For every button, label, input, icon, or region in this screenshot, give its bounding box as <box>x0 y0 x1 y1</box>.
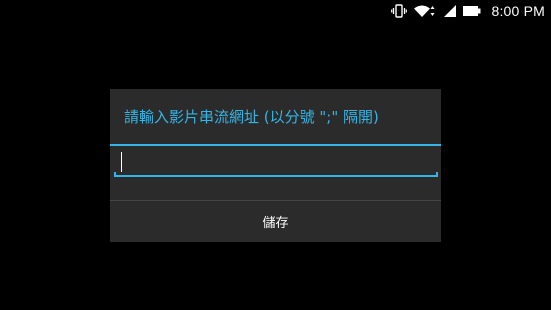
screen: 8:00 PM 請輸入影片串流網址 (以分號 ";" 隔開) 儲存 <box>0 0 551 310</box>
dialog-title: 請輸入影片串流網址 (以分號 ";" 隔開) <box>124 108 379 126</box>
vibrate-icon <box>391 4 408 18</box>
input-underline-left-tick <box>114 172 116 177</box>
stream-url-dialog: 請輸入影片串流網址 (以分號 ";" 隔開) 儲存 <box>110 89 450 242</box>
cell-signal-icon <box>443 4 457 18</box>
input-underline-right-tick <box>436 172 438 177</box>
title-divider <box>110 144 441 146</box>
input-underline <box>114 175 438 177</box>
status-bar: 8:00 PM <box>391 0 551 22</box>
stream-url-field[interactable] <box>114 150 450 177</box>
save-button[interactable]: 儲存 <box>110 201 441 242</box>
stream-url-input[interactable] <box>114 150 450 174</box>
text-caret <box>121 152 122 172</box>
wifi-icon <box>413 4 437 18</box>
status-time: 8:00 PM <box>491 3 545 19</box>
battery-icon <box>463 5 481 17</box>
